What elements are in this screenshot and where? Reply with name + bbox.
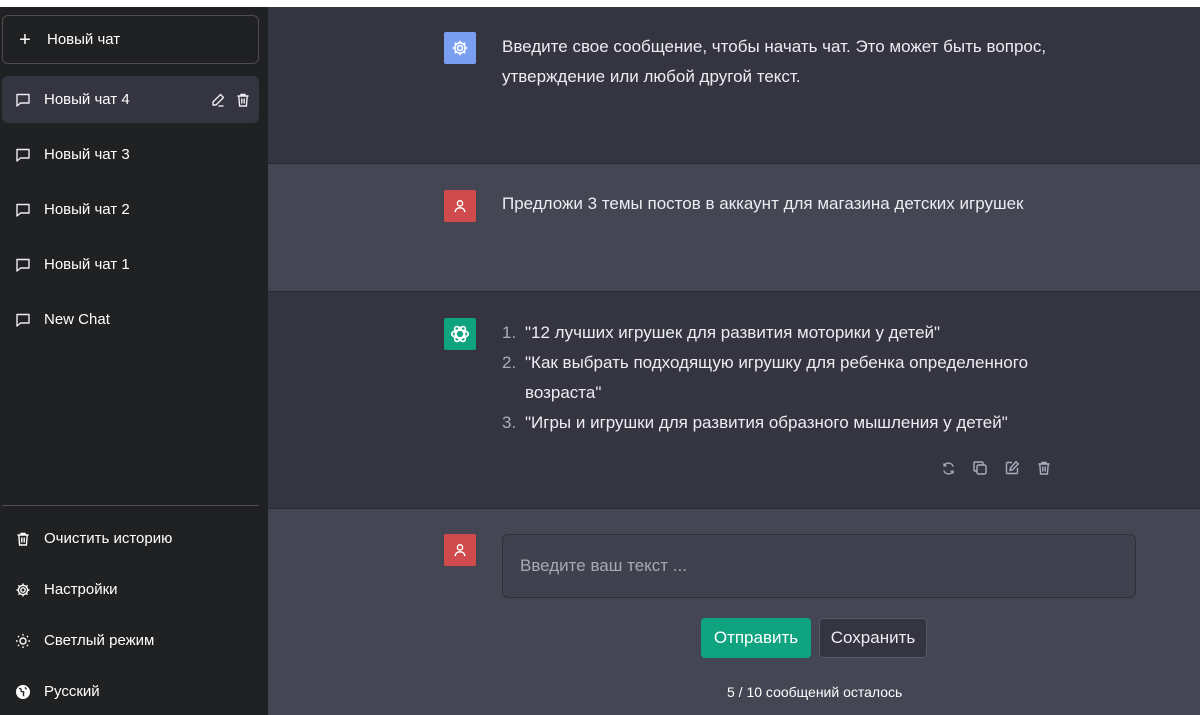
- chat-item[interactable]: Новый чат 2: [2, 186, 259, 233]
- globe-icon: [15, 684, 31, 700]
- sidebar-divider: [2, 505, 259, 506]
- openai-logo-icon: [450, 325, 470, 343]
- chat-item-actions: [210, 76, 251, 123]
- edit-icon[interactable]: [1004, 460, 1020, 476]
- chat-main: Введите свое сообщение, чтобы начать чат…: [268, 7, 1200, 715]
- chat-bubble-icon: [15, 147, 31, 163]
- chat-bubble-icon: [15, 92, 31, 108]
- settings-label: Настройки: [44, 581, 118, 598]
- settings-button[interactable]: Настройки: [2, 564, 259, 615]
- composer: Отправить Сохранить 5 / 10 сообщений ост…: [268, 509, 1200, 715]
- chat-bubble-icon: [15, 257, 31, 273]
- user-message-text: Предложи 3 темы постов в аккаунт для маг…: [502, 194, 1024, 213]
- trash-icon[interactable]: [235, 92, 251, 108]
- chat-bubble-icon: [15, 312, 31, 328]
- language-button[interactable]: Русский: [2, 666, 259, 715]
- sidebar: + Новый чат Новый чат 4 Новый чат 3 Новы…: [0, 7, 268, 715]
- new-chat-label: Новый чат: [47, 31, 121, 48]
- list-item: 3. "Игры и игрушки для развития образного…: [502, 413, 1008, 432]
- chat-item-label: New Chat: [44, 311, 110, 328]
- chat-item-label: Новый чат 4: [44, 91, 130, 108]
- send-button[interactable]: Отправить: [701, 618, 811, 658]
- assistant-message: 1. "12 лучших игрушек для развития мотори…: [268, 292, 1200, 509]
- chat-item[interactable]: Новый чат 3: [2, 131, 259, 178]
- clear-history-label: Очистить историю: [44, 530, 173, 547]
- chat-bubble-icon: [15, 202, 31, 218]
- gear-icon: [452, 40, 468, 56]
- list-item: 1. "12 лучших игрушек для развития мотори…: [502, 323, 941, 342]
- user-icon: [454, 544, 466, 557]
- chat-item-label: Новый чат 3: [44, 146, 130, 163]
- remaining-messages-counter: 5 / 10 сообщений осталось: [727, 684, 903, 700]
- message-input[interactable]: [502, 534, 1136, 598]
- chat-item[interactable]: New Chat: [2, 296, 259, 343]
- light-mode-label: Светлый режим: [44, 632, 155, 649]
- chat-item-label: Новый чат 2: [44, 201, 130, 218]
- app: + Новый чат Новый чат 4 Новый чат 3 Новы…: [0, 7, 1200, 715]
- edit-icon[interactable]: [210, 92, 226, 108]
- assistant-avatar: [444, 318, 476, 350]
- list-item: 2. "Как выбрать подходящую игрушку для ре…: [502, 353, 1029, 402]
- user-icon: [454, 200, 466, 213]
- gear-icon: [15, 582, 31, 598]
- plus-icon: +: [19, 28, 31, 51]
- copy-icon[interactable]: [972, 460, 988, 476]
- chat-item[interactable]: Новый чат 1: [2, 241, 259, 288]
- system-avatar: [444, 32, 476, 64]
- user-message: Предложи 3 темы постов в аккаунт для маг…: [268, 164, 1200, 292]
- system-message-text: Введите свое сообщение, чтобы начать чат…: [502, 37, 1047, 86]
- message-actions: [941, 460, 1052, 476]
- assistant-list: 1. "12 лучших игрушек для развития мотори…: [502, 318, 1062, 438]
- sun-icon: [15, 633, 31, 649]
- new-chat-button[interactable]: + Новый чат: [2, 15, 259, 64]
- user-avatar: [444, 190, 476, 222]
- regenerate-icon[interactable]: [941, 461, 956, 476]
- save-button[interactable]: Сохранить: [819, 618, 927, 658]
- light-mode-button[interactable]: Светлый режим: [2, 615, 259, 666]
- assistant-message-text: 1. "12 лучших игрушек для развития мотори…: [502, 318, 1062, 438]
- language-label: Русский: [44, 683, 100, 700]
- chat-list: Новый чат 4 Новый чат 3 Новый чат 2 Новы…: [2, 76, 259, 351]
- trash-icon: [15, 531, 31, 547]
- chat-item-label: Новый чат 1: [44, 256, 130, 273]
- chat-item[interactable]: Новый чат 4: [2, 76, 259, 123]
- sidebar-bottom-menu: Очистить историю Настройки Светлый режим…: [2, 513, 259, 715]
- system-message: Введите свое сообщение, чтобы начать чат…: [268, 7, 1200, 164]
- trash-icon[interactable]: [1036, 460, 1052, 476]
- clear-history-button[interactable]: Очистить историю: [2, 513, 259, 564]
- user-avatar: [444, 534, 476, 566]
